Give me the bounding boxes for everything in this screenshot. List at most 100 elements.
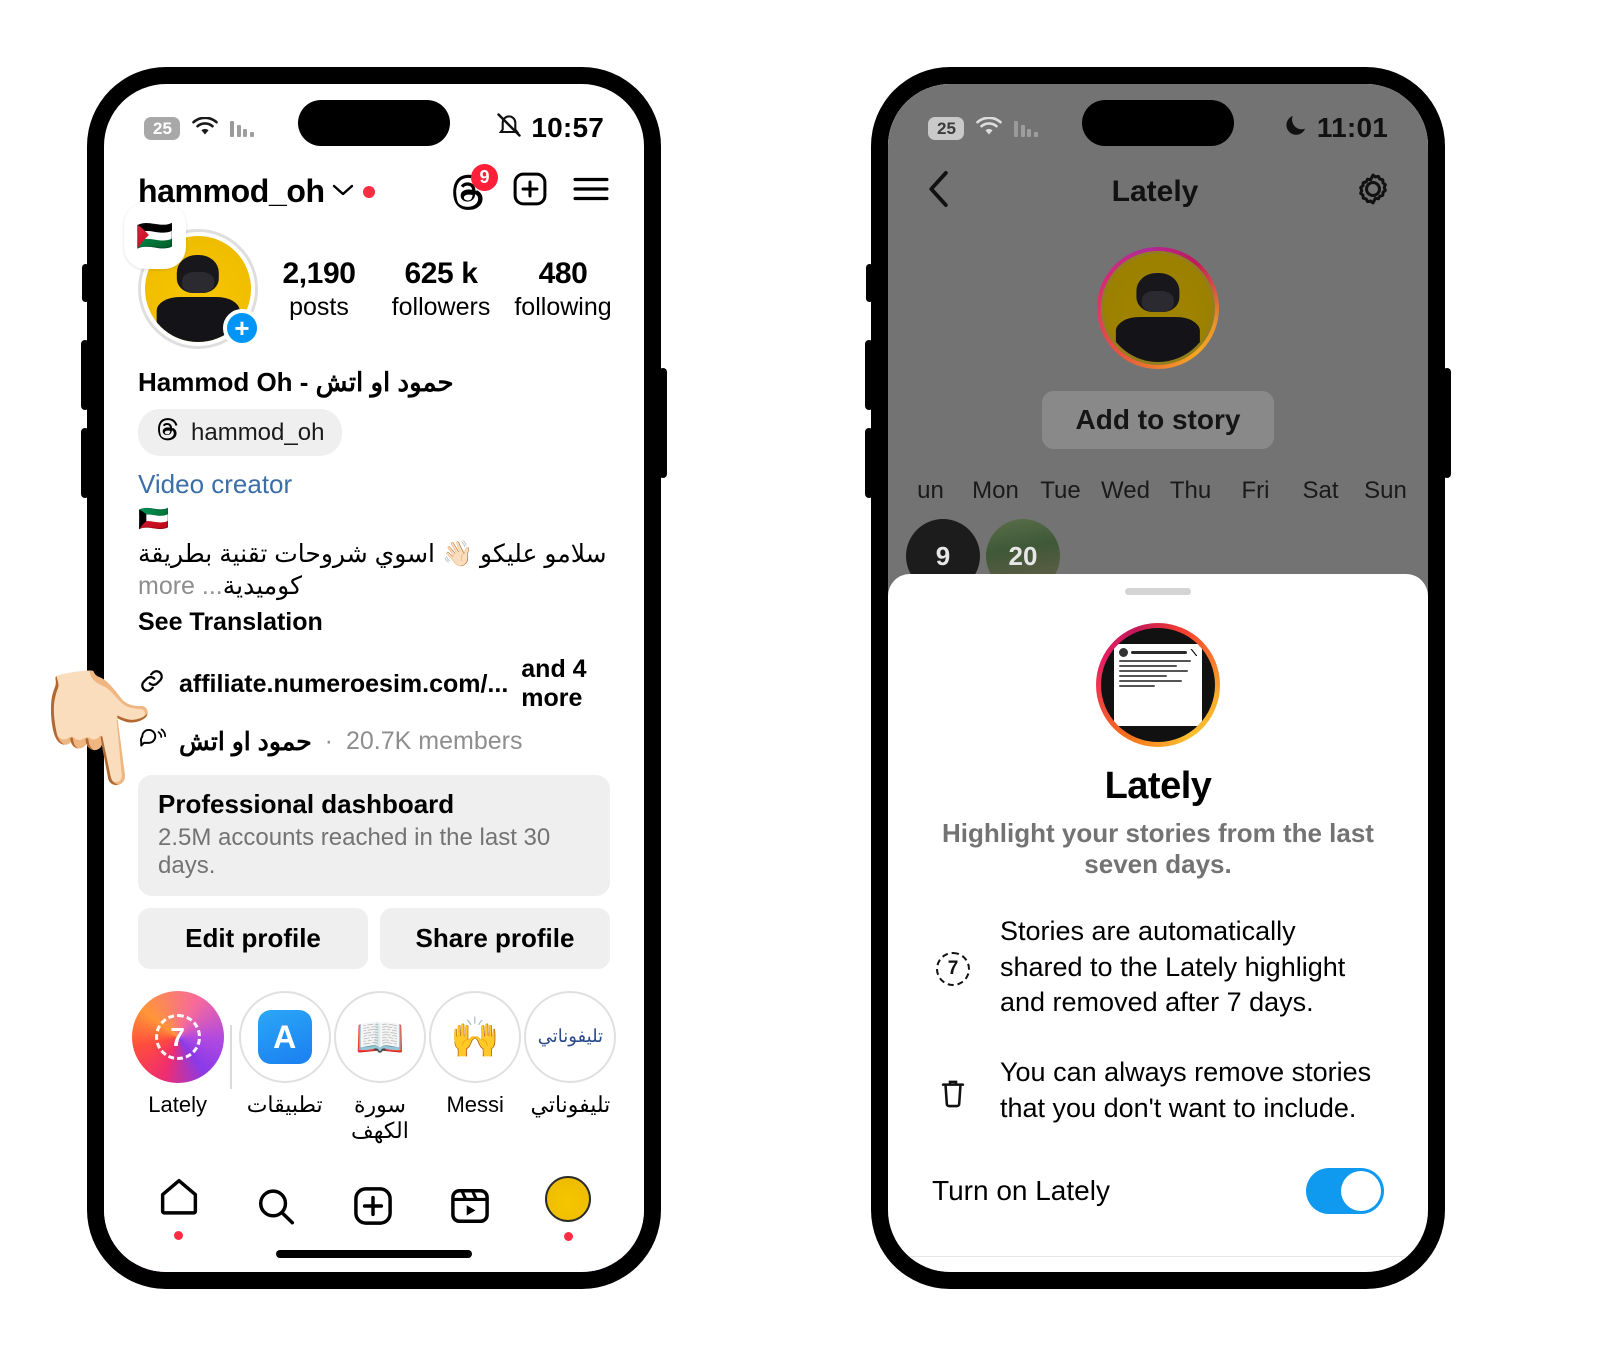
telephone-arabic-text: تليفوناتي — [537, 1026, 604, 1047]
highlight-lately[interactable]: 7 Lately — [130, 991, 225, 1118]
home-icon — [157, 1176, 201, 1221]
status-bar-right: 11:01 — [1283, 112, 1388, 145]
highlight-my-phones[interactable]: تليفوناتي تليفوناتي — [523, 991, 618, 1118]
tweet-text-line — [1118, 679, 1182, 682]
volume-down-button[interactable] — [81, 428, 89, 498]
signal-bars-icon — [1014, 119, 1038, 137]
mute-switch[interactable] — [82, 264, 89, 302]
threads-handle-chip[interactable]: hammod_oh — [138, 409, 343, 456]
power-button[interactable] — [659, 368, 667, 478]
quran-book-icon: 📖 — [333, 991, 426, 1083]
weekday-label: Thu — [1169, 477, 1212, 504]
moon-crescent-icon — [1283, 112, 1309, 145]
avatar-ring[interactable] — [1097, 247, 1219, 369]
share-profile-button[interactable]: Share profile — [380, 908, 610, 969]
broadcast-channel-members: 20.7K members — [345, 727, 523, 755]
add-to-story-button[interactable]: Add to story — [1041, 391, 1275, 449]
highlight-label: تليفوناتي — [530, 1092, 611, 1117]
hamburger-menu-icon[interactable] — [572, 174, 610, 209]
tweet-avatar-icon — [1118, 647, 1128, 657]
volume-up-button[interactable] — [865, 340, 873, 410]
screenshot-stage: 25 10:57 hammod_oh 9 🇵🇸 + 2,190 posts 62… — [0, 0, 1600, 1358]
volume-up-button[interactable] — [81, 340, 89, 410]
plus-square-icon[interactable] — [511, 170, 549, 213]
feature-text: Stories are automatically shared to the … — [1000, 916, 1346, 1018]
avatar-image — [1101, 251, 1215, 365]
drag-handle[interactable] — [1125, 588, 1191, 595]
seven-day-clock-icon: 7 — [932, 914, 974, 1021]
header-action-icons: 9 — [450, 163, 610, 213]
feature-text: You can always remove stories that you d… — [1000, 1056, 1372, 1123]
avatar-mask-shape — [1141, 290, 1175, 313]
tweet-meta-line — [1118, 684, 1155, 687]
nav-reels[interactable] — [448, 1186, 492, 1231]
highlight-surah-kahf[interactable]: 📖 سورة الكهف — [332, 991, 427, 1144]
dynamic-island — [298, 100, 450, 146]
reels-icon — [448, 1186, 492, 1231]
volume-down-button[interactable] — [865, 428, 873, 498]
signal-bars-icon — [230, 119, 254, 137]
avatar-body-shape — [1115, 316, 1201, 362]
sheet-divider — [888, 1256, 1428, 1258]
stat-followers[interactable]: 625 k followers — [380, 257, 502, 322]
threads-notification-badge: 9 — [471, 163, 498, 191]
tweet-name-bar — [1130, 650, 1188, 654]
mute-switch[interactable] — [866, 264, 873, 302]
bell-slash-icon — [495, 111, 523, 146]
toggle-label: Turn on Lately — [932, 1175, 1110, 1207]
nav-create[interactable] — [351, 1186, 395, 1231]
turn-on-lately-toggle[interactable] — [1306, 1168, 1384, 1215]
app-store-icon: A — [257, 1010, 312, 1064]
see-translation-link[interactable]: See Translation — [138, 608, 610, 637]
tweet-text-line — [1118, 664, 1177, 667]
weekday-label: Sun — [1364, 477, 1407, 504]
status-bar-left: 25 — [928, 113, 1038, 144]
highlight-label: سورة الكهف — [350, 1092, 409, 1143]
lately-profile-block: Add to story — [888, 229, 1428, 449]
gear-icon[interactable] — [1354, 170, 1392, 213]
app-store-icon-wrap: A — [238, 991, 331, 1083]
power-button[interactable] — [1443, 368, 1451, 478]
weekday-label: Wed — [1101, 477, 1150, 504]
threads-handle-text: hammod_oh — [191, 418, 325, 446]
stat-posts[interactable]: 2,190 posts — [258, 257, 380, 322]
battery-indicator: 25 — [144, 116, 180, 140]
dynamic-island — [1082, 100, 1234, 146]
status-bar-right: 10:57 — [495, 111, 604, 146]
threads-icon[interactable]: 9 — [450, 163, 498, 211]
profile-action-buttons: Edit profile Share profile — [138, 908, 610, 969]
stat-posts-label: posts — [289, 292, 349, 321]
professional-dashboard-card[interactable]: Professional dashboard 2.5M accounts rea… — [138, 775, 610, 896]
profile-full-name: Hammod Oh - حمود او اتش — [138, 367, 454, 397]
nav-home[interactable] — [157, 1176, 201, 1240]
profile-link-url[interactable]: affiliate.numeroesim.com/... — [179, 670, 508, 699]
palestine-flag-badge: 🇵🇸 — [124, 203, 186, 269]
bio-more-link[interactable]: ... more — [138, 572, 223, 600]
highlight-apps[interactable]: A تطبيقات — [237, 991, 332, 1118]
edit-profile-button[interactable]: Edit profile — [138, 908, 368, 969]
trash-icon — [932, 1055, 974, 1126]
profile-link-row[interactable]: affiliate.numeroesim.com/... and 4 more — [138, 655, 610, 713]
sheet-title: Lately — [1104, 765, 1212, 807]
add-story-plus-badge[interactable]: + — [223, 309, 261, 347]
stat-following[interactable]: 480 following — [502, 257, 624, 322]
broadcast-channel-row[interactable]: حمود او اتش · 20.7K members — [138, 726, 610, 757]
nav-search[interactable] — [254, 1186, 298, 1231]
dashboard-title: Professional dashboard — [158, 789, 455, 819]
story-preview-thumbnail — [1096, 623, 1220, 747]
wifi-icon — [191, 113, 219, 144]
avatar[interactable]: 🇵🇸 + — [124, 203, 261, 349]
nav-profile[interactable] — [545, 1175, 592, 1241]
status-bar-left: 25 — [144, 113, 254, 144]
clock-time: 10:57 — [531, 112, 604, 143]
highlight-messi[interactable]: 🙌 Messi — [428, 991, 523, 1118]
sheet-subtitle: Highlight your stories from the last sev… — [942, 818, 1374, 879]
profile-link-more[interactable]: and 4 more — [521, 655, 610, 713]
tweet-text-line — [1118, 669, 1188, 672]
turn-on-lately-row: Turn on Lately — [888, 1168, 1428, 1215]
highlight-label: Lately — [148, 1092, 207, 1117]
bio-text: سلامو عليكو 👋🏻 اسوي شروحات تقنية بطريقة … — [138, 538, 610, 602]
messi-player-icon: 🙌 — [429, 991, 522, 1083]
chevron-down-icon[interactable] — [332, 181, 354, 203]
chevron-left-icon[interactable] — [924, 170, 956, 213]
